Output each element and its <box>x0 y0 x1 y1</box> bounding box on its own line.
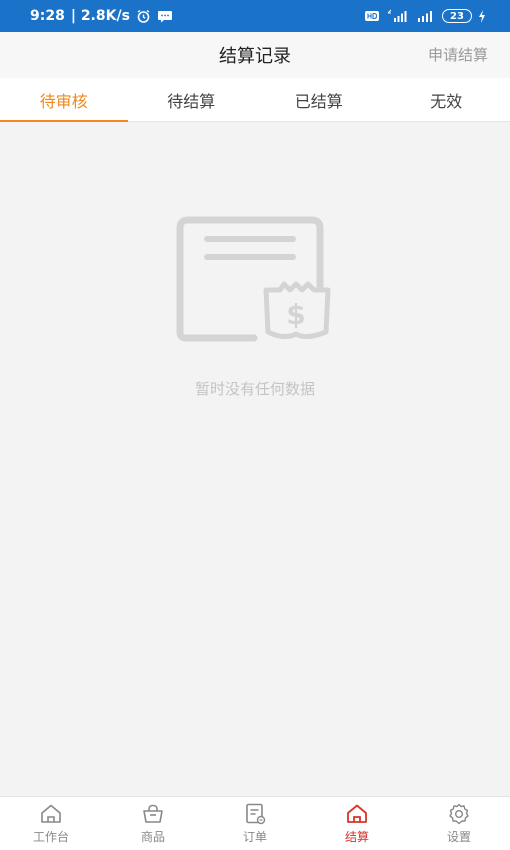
nav-products-label: 商品 <box>140 830 165 844</box>
tab-settled[interactable]: 已结算 <box>255 78 383 121</box>
settlement-home-icon <box>347 804 367 823</box>
page-title: 结算记录 <box>219 46 291 67</box>
tab-pending-review[interactable]: 待审核 <box>0 78 128 122</box>
order-icon <box>246 803 266 825</box>
apply-settlement-button[interactable]: 申请结算 <box>428 44 488 65</box>
battery-indicator: 23 <box>442 9 472 23</box>
charging-icon <box>479 9 485 23</box>
alarm-icon <box>137 9 150 23</box>
svg-text:$: $ <box>286 298 305 331</box>
hd-icon <box>365 11 379 21</box>
status-tabs: 待审核 待结算 已结算 无效 <box>0 78 510 122</box>
status-speed: | 2.8K/s <box>70 8 130 24</box>
nav-orders[interactable]: 订单 <box>204 797 306 850</box>
nav-workbench-label: 工作台 <box>32 830 69 844</box>
status-left: 9:28 | 2.8K/s <box>30 8 173 24</box>
empty-state: $ 暂时没有任何数据 <box>0 122 510 796</box>
nav-settlement[interactable]: 结算 <box>306 797 408 850</box>
tab-pending-settlement[interactable]: 待结算 <box>128 78 256 121</box>
status-time: 9:28 <box>30 8 65 24</box>
basket-icon <box>143 804 163 823</box>
nav-settings[interactable]: 设置 <box>408 797 510 850</box>
nav-settings-label: 设置 <box>446 830 471 844</box>
nav-products[interactable]: 商品 <box>102 797 204 850</box>
signal-4g-icon <box>387 9 407 22</box>
message-icon <box>157 11 172 23</box>
nav-workbench[interactable]: 工作台 <box>0 797 102 850</box>
nav-settlement-label: 结算 <box>344 830 369 844</box>
app-header: 结算记录 申请结算 <box>0 32 510 78</box>
bottom-nav: 工作台 商品 订单 结算 设置 <box>0 796 510 850</box>
nav-orders-label: 订单 <box>242 830 267 844</box>
home-icon <box>41 804 61 823</box>
tab-invalid[interactable]: 无效 <box>383 78 510 121</box>
status-right: 23 <box>364 9 486 23</box>
empty-message: 暂时没有任何数据 <box>194 380 315 398</box>
status-bar: 9:28 | 2.8K/s 23 <box>0 0 510 32</box>
gear-icon <box>449 803 469 825</box>
empty-document-money-icon: $ <box>176 216 331 342</box>
signal-icon <box>418 11 432 22</box>
